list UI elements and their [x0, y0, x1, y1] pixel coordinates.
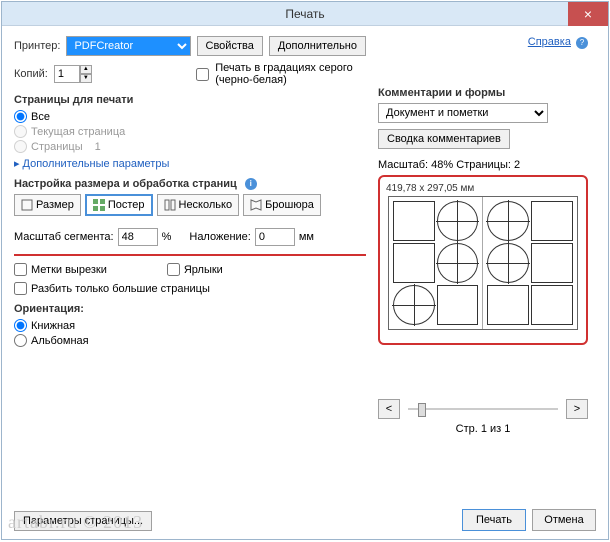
tab-size[interactable]: Размер	[14, 194, 81, 216]
preview-slider[interactable]	[408, 401, 558, 417]
overlap-input[interactable]	[255, 228, 295, 246]
info-icon[interactable]: i	[245, 178, 257, 190]
grayscale-label: Печать в градациях серого (черно-белая)	[215, 62, 366, 86]
preview-sheet	[388, 196, 578, 330]
printer-label: Принтер:	[14, 40, 60, 52]
page-setup-button[interactable]: Параметры страницы...	[14, 511, 152, 531]
spin-down-icon[interactable]: ▼	[80, 74, 92, 83]
window-title: Печать	[2, 7, 608, 21]
labels-checkbox[interactable]	[167, 263, 180, 276]
pages-range-label: Страницы	[31, 141, 83, 153]
tab-multiple[interactable]: Несколько	[157, 194, 240, 216]
labels-label: Ярлыки	[184, 264, 223, 276]
copies-label: Копий:	[14, 68, 48, 80]
chevron-right-icon: ▸	[14, 157, 20, 170]
only-large-label: Разбить только большие страницы	[31, 283, 210, 295]
advanced-button[interactable]: Дополнительно	[269, 36, 366, 56]
print-dialog: Печать × Принтер: PDFCreator Свойства До…	[1, 1, 609, 540]
pages-range-radio[interactable]	[14, 140, 27, 153]
overlap-unit: мм	[299, 231, 314, 243]
sizing-section-title: Настройка размера и обработка страниц	[14, 178, 237, 190]
only-large-checkbox[interactable]	[14, 282, 27, 295]
properties-button[interactable]: Свойства	[197, 36, 263, 56]
preview-prev-button[interactable]: <	[378, 399, 400, 419]
cutmarks-checkbox[interactable]	[14, 263, 27, 276]
page-counter: Стр. 1 из 1	[378, 423, 588, 435]
titlebar: Печать ×	[2, 2, 608, 26]
comments-title: Комментарии и формы	[378, 87, 588, 99]
more-options-toggle[interactable]: ▸ Дополнительные параметры	[14, 157, 366, 170]
tab-poster[interactable]: Постер	[85, 194, 153, 216]
orientation-title: Ориентация:	[14, 303, 366, 315]
help-icon[interactable]: ?	[576, 37, 588, 49]
help-link[interactable]: Справка	[528, 36, 571, 48]
comments-select[interactable]: Документ и пометки	[378, 103, 548, 123]
cancel-button[interactable]: Отмена	[532, 509, 596, 531]
scale-info: Масштаб: 48% Страницы: 2	[378, 159, 588, 171]
size-icon	[21, 199, 33, 211]
copies-input[interactable]	[54, 65, 80, 83]
print-button[interactable]: Печать	[462, 509, 526, 531]
tab-booklet[interactable]: Брошюра	[243, 194, 321, 216]
booklet-icon	[250, 199, 262, 211]
pages-range-value: 1	[95, 141, 101, 153]
landscape-label: Альбомная	[31, 335, 89, 347]
spin-up-icon[interactable]: ▲	[80, 65, 92, 74]
preview-dimensions: 419,78 x 297,05 мм	[386, 183, 580, 194]
multiple-icon	[164, 199, 176, 211]
slider-thumb[interactable]	[418, 403, 426, 417]
pages-current-radio[interactable]	[14, 125, 27, 138]
overlap-label: Наложение:	[189, 231, 250, 243]
segment-unit: %	[162, 231, 172, 243]
landscape-radio[interactable]	[14, 334, 27, 347]
preview-area: 419,78 x 297,05 мм	[378, 175, 588, 345]
printer-select[interactable]: PDFCreator	[66, 36, 190, 56]
pages-section-title: Страницы для печати	[14, 94, 366, 106]
preview-next-button[interactable]: >	[566, 399, 588, 419]
close-button[interactable]: ×	[568, 2, 608, 26]
pages-all-radio[interactable]	[14, 110, 27, 123]
comments-summary-button[interactable]: Сводка комментариев	[378, 129, 510, 149]
grayscale-checkbox[interactable]	[196, 68, 209, 81]
pages-all-label: Все	[31, 111, 50, 123]
segment-scale-input[interactable]	[118, 228, 158, 246]
portrait-radio[interactable]	[14, 319, 27, 332]
portrait-label: Книжная	[31, 320, 75, 332]
cutmarks-label: Метки вырезки	[31, 264, 107, 276]
poster-icon	[93, 199, 105, 211]
copies-spinner[interactable]: ▲ ▼	[54, 65, 92, 83]
segment-scale-label: Масштаб сегмента:	[14, 231, 114, 243]
pages-current-label: Текущая страница	[31, 126, 125, 138]
